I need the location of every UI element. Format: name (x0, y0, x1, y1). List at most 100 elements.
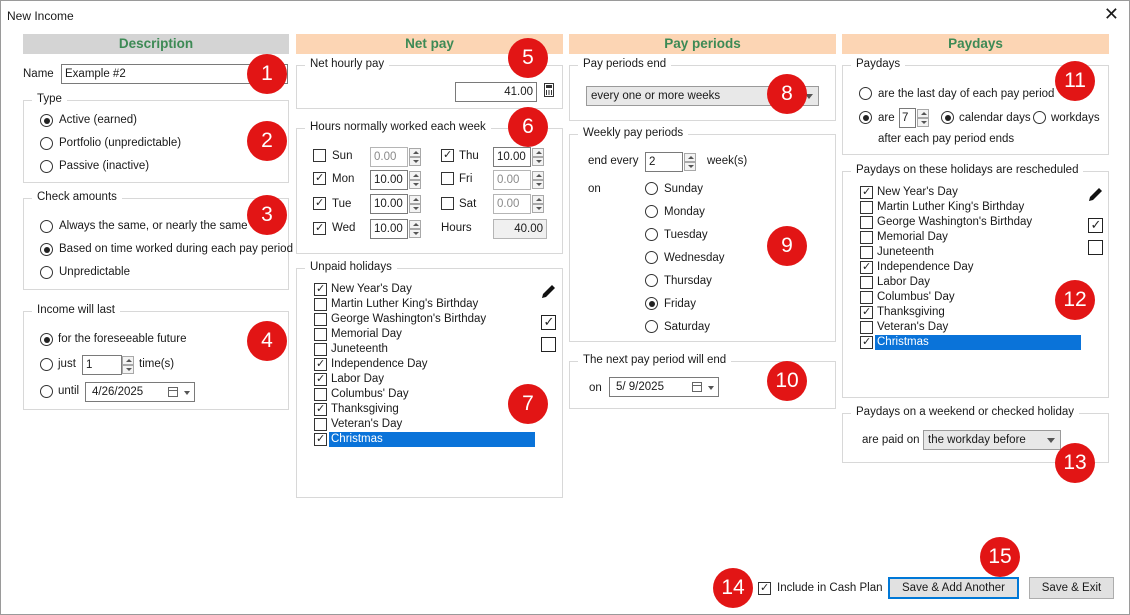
rescheduled-holiday-item[interactable]: Christmas (860, 335, 1081, 350)
unpaid-holiday-item-checkbox[interactable] (314, 298, 327, 311)
rescheduled-holiday-item[interactable]: Veteran's Day (860, 320, 1081, 335)
save-exit-button[interactable]: Save & Exit (1029, 577, 1114, 599)
payday-last-day-radio[interactable] (859, 87, 872, 100)
tue-hours-input[interactable]: 10.00 (370, 194, 408, 214)
mon-checkbox[interactable] (313, 172, 326, 185)
unpaid-holiday-item[interactable]: Christmas (314, 432, 535, 447)
rescheduled-holiday-item[interactable]: Memorial Day (860, 230, 1081, 245)
are-paid-on-select[interactable]: the workday before (923, 430, 1061, 450)
payday-days-spinner[interactable] (917, 108, 929, 128)
wed-hours-spinner[interactable] (409, 219, 421, 239)
last-foreseeable-radio[interactable] (40, 333, 53, 346)
last-just-radio[interactable] (40, 358, 53, 371)
unpaid-holiday-item[interactable]: Martin Luther King's Birthday (314, 297, 535, 312)
rescheduled-holiday-item[interactable]: Independence Day (860, 260, 1081, 275)
unpaid-holiday-item-checkbox[interactable] (314, 433, 327, 446)
unpaid-holiday-item[interactable]: Thanksgiving (314, 402, 535, 417)
rescheduled-holiday-item[interactable]: Martin Luther King's Birthday (860, 200, 1081, 215)
pencil-icon[interactable] (1087, 185, 1105, 203)
weekday-radio-wednesday[interactable] (645, 251, 658, 264)
rescheduled-holiday-item-checkbox[interactable] (860, 321, 873, 334)
wed-checkbox[interactable] (313, 222, 326, 235)
unpaid-holiday-item[interactable]: New Year's Day (314, 282, 535, 297)
sat-hours-spinner[interactable] (532, 194, 544, 214)
mon-hours-spinner[interactable] (409, 170, 421, 190)
unpaid-holiday-item-checkbox[interactable] (314, 388, 327, 401)
unpaid-holiday-item-checkbox[interactable] (314, 313, 327, 326)
unpaid-holiday-item-checkbox[interactable] (314, 403, 327, 416)
amounts-unpredictable-radio[interactable] (40, 266, 53, 279)
rescheduled-holiday-item-checkbox[interactable] (860, 276, 873, 289)
unpaid-holiday-item[interactable]: Columbus' Day (314, 387, 535, 402)
end-every-spinner[interactable] (684, 152, 696, 172)
last-until-radio[interactable] (40, 385, 53, 398)
just-times-input[interactable]: 1 (82, 355, 122, 375)
rescheduled-holiday-item[interactable]: Labor Day (860, 275, 1081, 290)
tue-checkbox[interactable] (313, 197, 326, 210)
rescheduled-holiday-item-checkbox[interactable] (860, 231, 873, 244)
fri-hours-spinner[interactable] (532, 170, 544, 190)
rescheduled-holiday-item-checkbox[interactable] (860, 336, 873, 349)
next-date-picker[interactable]: 5/ 9/2025 (609, 377, 719, 397)
thu-hours-spinner[interactable] (532, 147, 544, 167)
type-active-radio[interactable] (40, 114, 53, 127)
check-all-icon[interactable] (1088, 218, 1103, 233)
uncheck-all-icon[interactable] (541, 337, 556, 352)
amounts-time-worked-radio[interactable] (40, 243, 53, 256)
rescheduled-holiday-item-checkbox[interactable] (860, 216, 873, 229)
thu-checkbox[interactable] (441, 149, 454, 162)
check-all-icon[interactable] (541, 315, 556, 330)
weekday-radio-saturday[interactable] (645, 320, 658, 333)
mon-hours-input[interactable]: 10.00 (370, 170, 408, 190)
sat-hours-input[interactable]: 0.00 (493, 194, 531, 214)
payday-days-input[interactable]: 7 (899, 108, 916, 128)
rescheduled-holiday-item[interactable]: Columbus' Day (860, 290, 1081, 305)
unpaid-holiday-item-checkbox[interactable] (314, 373, 327, 386)
uncheck-all-icon[interactable] (1088, 240, 1103, 255)
rescheduled-holiday-item[interactable]: Thanksgiving (860, 305, 1081, 320)
rescheduled-holiday-item[interactable]: George Washington's Birthday (860, 215, 1081, 230)
end-every-input[interactable]: 2 (645, 152, 683, 172)
fri-checkbox[interactable] (441, 172, 454, 185)
close-icon[interactable]: ✕ (1104, 4, 1119, 25)
thu-hours-input[interactable]: 10.00 (493, 147, 531, 167)
fri-hours-input[interactable]: 0.00 (493, 170, 531, 190)
weekday-radio-sunday[interactable] (645, 182, 658, 195)
unpaid-holiday-item[interactable]: Juneteenth (314, 342, 535, 357)
weekday-radio-friday[interactable] (645, 297, 658, 310)
pencil-icon[interactable] (540, 282, 558, 300)
sat-checkbox[interactable] (441, 197, 454, 210)
rescheduled-holiday-item-checkbox[interactable] (860, 186, 873, 199)
rescheduled-holiday-item-checkbox[interactable] (860, 201, 873, 214)
rescheduled-holiday-item-checkbox[interactable] (860, 291, 873, 304)
unpaid-holiday-item[interactable]: George Washington's Birthday (314, 312, 535, 327)
workdays-radio[interactable] (1033, 111, 1046, 124)
sun-hours-spinner[interactable] (409, 147, 421, 167)
net-hourly-input[interactable]: 41.00 (455, 82, 537, 102)
weekday-radio-tuesday[interactable] (645, 228, 658, 241)
sun-checkbox[interactable] (313, 149, 326, 162)
rescheduled-holiday-item-checkbox[interactable] (860, 261, 873, 274)
rescheduled-holiday-item-checkbox[interactable] (860, 306, 873, 319)
unpaid-holiday-item-checkbox[interactable] (314, 358, 327, 371)
calculator-icon[interactable] (544, 83, 554, 97)
unpaid-holiday-item[interactable]: Memorial Day (314, 327, 535, 342)
unpaid-holiday-item-checkbox[interactable] (314, 418, 327, 431)
include-cash-plan-checkbox[interactable] (758, 582, 771, 595)
unpaid-holiday-item-checkbox[interactable] (314, 328, 327, 341)
tue-hours-spinner[interactable] (409, 194, 421, 214)
wed-hours-input[interactable]: 10.00 (370, 219, 408, 239)
until-date-picker[interactable]: 4/26/2025 (85, 382, 195, 402)
unpaid-holiday-item[interactable]: Veteran's Day (314, 417, 535, 432)
sun-hours-input[interactable]: 0.00 (370, 147, 408, 167)
save-add-another-button[interactable]: Save & Add Another (888, 577, 1019, 599)
unpaid-holiday-item-checkbox[interactable] (314, 283, 327, 296)
just-times-spinner[interactable] (122, 355, 134, 375)
payday-are-radio[interactable] (859, 111, 872, 124)
unpaid-holiday-item[interactable]: Independence Day (314, 357, 535, 372)
unpaid-holiday-item-checkbox[interactable] (314, 343, 327, 356)
rescheduled-holiday-item[interactable]: New Year's Day (860, 185, 1081, 200)
unpaid-holiday-item[interactable]: Labor Day (314, 372, 535, 387)
type-passive-radio[interactable] (40, 160, 53, 173)
amounts-same-radio[interactable] (40, 220, 53, 233)
